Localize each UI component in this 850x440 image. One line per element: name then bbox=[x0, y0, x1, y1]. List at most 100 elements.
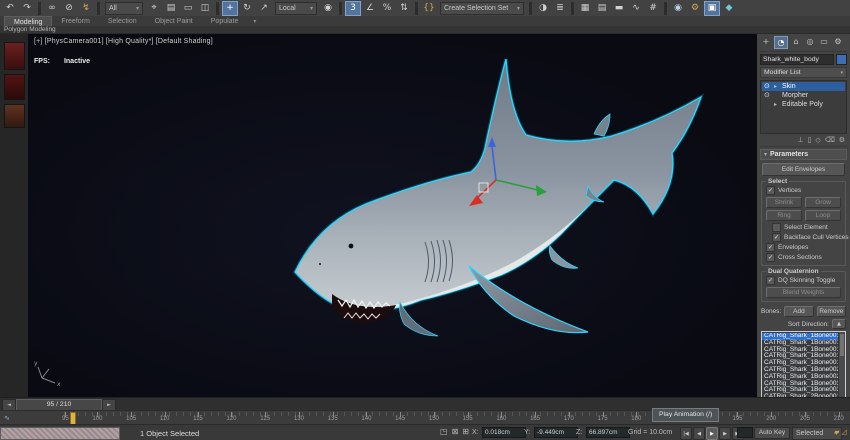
object-name-field[interactable]: Shark_white_body bbox=[760, 54, 834, 65]
rendered-frame-window-icon[interactable]: ▣ bbox=[704, 1, 720, 16]
display-tab-icon[interactable]: ▭ bbox=[818, 36, 830, 47]
frame-number-field[interactable] bbox=[737, 427, 753, 438]
create-tab-icon[interactable]: + bbox=[760, 36, 772, 47]
tab-object-paint[interactable]: Object Paint bbox=[146, 16, 202, 26]
grow-button[interactable]: Grow bbox=[805, 197, 841, 208]
bone-list-vertical-scrollbar[interactable]: ▼ bbox=[838, 332, 845, 397]
viewport-label[interactable]: [+] [PhysCamera001] [High Quality*] [Def… bbox=[34, 38, 213, 45]
edit-envelopes-button[interactable]: Edit Envelopes bbox=[762, 163, 845, 176]
angle-snap-toggle-icon[interactable]: ∠ bbox=[362, 1, 378, 16]
redo-icon[interactable]: ↷ bbox=[19, 1, 35, 16]
toolbar-icon[interactable] bbox=[97, 2, 100, 15]
envelopes-checkbox[interactable]: Envelopes bbox=[766, 243, 843, 252]
backface-cull-checkbox[interactable]: Backface Cull Vertices bbox=[772, 233, 843, 242]
auto-key-button[interactable]: Auto Key bbox=[754, 427, 790, 439]
stack-item-editable-poly[interactable]: ▸ Editable Poly bbox=[762, 100, 845, 109]
tab-populate[interactable]: Populate bbox=[202, 16, 248, 26]
modifier-stack[interactable]: ⊙ ▸ Skin ⊙ Morpher ▸ Editable Poly bbox=[760, 80, 847, 134]
blend-weights-button[interactable]: Blend Weights bbox=[766, 287, 841, 298]
show-end-result-icon[interactable]: ▯ bbox=[808, 136, 812, 144]
modify-tab-icon[interactable]: ◔ bbox=[774, 36, 788, 49]
rectangular-selection-region-icon[interactable]: ▭ bbox=[180, 1, 196, 16]
sort-direction-button[interactable]: ▲ bbox=[832, 319, 846, 329]
dq-skinning-toggle-checkbox[interactable]: DQ Skinning Toggle bbox=[766, 276, 843, 285]
toggle-layer-explorer-icon[interactable]: ▤ bbox=[594, 1, 610, 16]
toggle-ribbon-icon[interactable]: ▬ bbox=[611, 1, 627, 16]
next-frame-button[interactable]: ▶ bbox=[719, 427, 731, 440]
render-setup-icon[interactable]: ⚙ bbox=[687, 1, 703, 16]
loop-button[interactable]: Loop bbox=[805, 210, 841, 221]
select-and-link-icon[interactable]: ∞ bbox=[44, 1, 60, 16]
tab-selection[interactable]: Selection bbox=[99, 16, 146, 26]
edit-named-selection-sets-icon[interactable]: {} bbox=[421, 1, 437, 16]
play-animation-button[interactable]: ▶ bbox=[706, 427, 718, 440]
tab-freeform[interactable]: Freeform bbox=[52, 16, 98, 26]
select-and-scale-icon[interactable]: ↗ bbox=[256, 1, 272, 16]
create-selection-set-dropdown[interactable]: Create Selection Set ▾ bbox=[440, 2, 524, 15]
timeline-ruler[interactable]: 9510010511011512012513013514014515015516… bbox=[64, 412, 846, 424]
stack-item-skin[interactable]: ⊙ ▸ Skin bbox=[762, 82, 845, 91]
motion-tab-icon[interactable]: ◎ bbox=[804, 36, 816, 47]
key-filters-icon[interactable]: ◿ bbox=[841, 428, 846, 436]
toolbar-icon[interactable] bbox=[571, 2, 574, 15]
undo-icon[interactable]: ↶ bbox=[2, 1, 18, 16]
open-mini-curve-editor-icon[interactable]: ∿ bbox=[4, 414, 10, 422]
selection-lock-toggle-icon[interactable]: ⊠ bbox=[452, 427, 459, 436]
select-and-move-icon[interactable]: + bbox=[222, 1, 238, 16]
visibility-eye-icon[interactable] bbox=[764, 100, 772, 109]
mirror-icon[interactable]: ◑ bbox=[535, 1, 551, 16]
select-by-name-icon[interactable]: ▤ bbox=[163, 1, 179, 16]
remove-bone-button[interactable]: Remove bbox=[817, 306, 846, 317]
previous-frame-button[interactable]: ◀ bbox=[693, 427, 705, 440]
toolbar-icon[interactable] bbox=[529, 2, 532, 15]
parameters-rollout-header[interactable]: ▾ Parameters bbox=[760, 149, 847, 160]
viewport-layout-tabs[interactable] bbox=[0, 34, 29, 397]
stack-item-morpher[interactable]: ⊙ Morpher bbox=[762, 91, 845, 100]
add-bone-button[interactable]: Add bbox=[784, 306, 813, 317]
select-element-checkbox[interactable]: Select Element bbox=[772, 223, 843, 232]
tab-modeling[interactable]: Modeling bbox=[4, 16, 52, 26]
render-production-icon[interactable]: ◆ bbox=[721, 1, 737, 16]
curve-editor-icon[interactable]: ∿ bbox=[628, 1, 644, 16]
make-unique-icon[interactable]: ◇ bbox=[815, 136, 820, 144]
time-slider[interactable]: ◄ 95 / 210 ► bbox=[0, 397, 850, 411]
unlink-selection-icon[interactable]: ⊘ bbox=[61, 1, 77, 16]
visibility-eye-icon[interactable]: ⊙ bbox=[764, 91, 772, 100]
ring-button[interactable]: Ring bbox=[766, 210, 802, 221]
y-coordinate-field[interactable]: -9.449cm bbox=[534, 427, 578, 438]
toolbar-icon[interactable] bbox=[339, 2, 342, 15]
modifier-list-dropdown[interactable]: Modifier List ▾ bbox=[760, 67, 847, 78]
utilities-tab-icon[interactable]: ⚙ bbox=[832, 36, 844, 47]
ribbon-overflow-icon[interactable]: ▾ bbox=[247, 16, 262, 26]
select-and-rotate-icon[interactable]: ↻ bbox=[239, 1, 255, 16]
go-to-start-button[interactable]: |◀ bbox=[680, 427, 692, 440]
select-object-icon[interactable]: ⌖ bbox=[146, 1, 162, 16]
pin-stack-icon[interactable]: ⊥ bbox=[797, 136, 803, 144]
absolute-mode-transform-icon[interactable]: ⊞ bbox=[462, 427, 469, 436]
bone-list[interactable]: CATRig_Shark_1Bone001CATRig_Shark_1Bone0… bbox=[761, 331, 846, 397]
schematic-view-icon[interactable]: # bbox=[645, 1, 661, 16]
percent-snap-toggle-icon[interactable]: % bbox=[379, 1, 395, 16]
set-key-icon[interactable]: ▰ bbox=[834, 428, 839, 436]
use-pivot-point-center-icon[interactable]: ◉ bbox=[320, 1, 336, 16]
window-crossing-toggle-icon[interactable]: ◫ bbox=[197, 1, 213, 16]
hierarchy-tab-icon[interactable]: ⌂ bbox=[790, 36, 802, 47]
material-editor-icon[interactable]: ◉ bbox=[670, 1, 686, 16]
scrollbar-thumb[interactable] bbox=[840, 334, 844, 356]
isolate-selection-toggle-icon[interactable]: ◳ bbox=[440, 427, 448, 436]
toolbar-icon[interactable] bbox=[664, 2, 667, 15]
toggle-scene-explorer-icon[interactable]: ▦ bbox=[577, 1, 593, 16]
maxscript-mini-listener[interactable] bbox=[0, 427, 120, 440]
viewport-canvas[interactable]: x y bbox=[28, 34, 757, 397]
expand-arrow-icon[interactable] bbox=[774, 91, 780, 100]
coordinate-system-dropdown[interactable]: Local ▾ bbox=[275, 2, 317, 15]
toolbar-icon[interactable] bbox=[216, 2, 219, 15]
expand-arrow-icon[interactable]: ▸ bbox=[774, 100, 780, 109]
remove-modifier-icon[interactable]: ⌫ bbox=[825, 136, 835, 144]
object-color-swatch[interactable] bbox=[836, 54, 847, 65]
shark-model[interactable] bbox=[295, 59, 701, 336]
align-icon[interactable]: ≣ bbox=[552, 1, 568, 16]
viewport-tab-thumbnail[interactable] bbox=[4, 42, 25, 70]
x-coordinate-field[interactable]: 0.018cm bbox=[482, 427, 526, 438]
configure-modifier-sets-icon[interactable]: ⚙ bbox=[839, 136, 845, 144]
